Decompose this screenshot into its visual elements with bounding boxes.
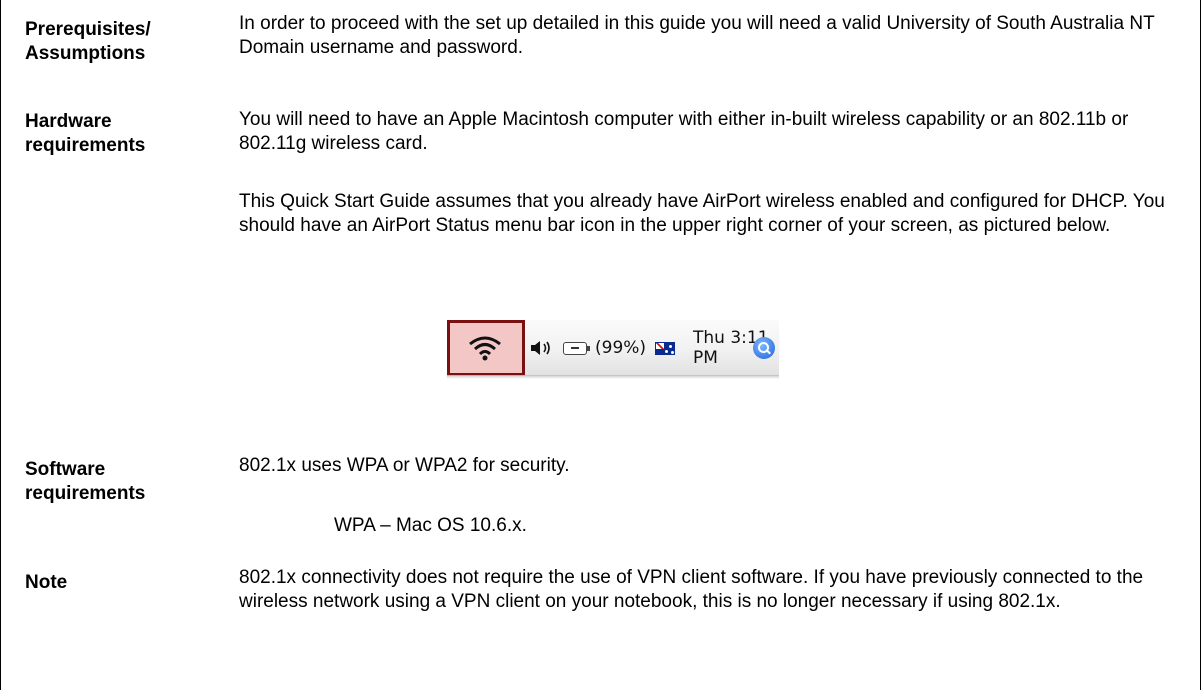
- spotlight-icon: [753, 320, 775, 376]
- wifi-icon: [467, 320, 503, 376]
- software-item: WPA – Mac OS 10.6.x.: [334, 515, 527, 536]
- airport-menubar-image: (99%) Thu 3:11 PM: [447, 320, 779, 379]
- software-label-line1: Software: [25, 459, 106, 480]
- hardware-text-2: This Quick Start Guide assumes that you …: [239, 191, 1165, 236]
- software-label-line2: requirements: [25, 483, 146, 504]
- software-label: Software requirements: [25, 458, 215, 506]
- prerequisites-label: Prerequisites/ Assumptions: [25, 18, 215, 66]
- prerequisites-text: In order to proceed with the set up deta…: [239, 13, 1155, 58]
- document-page: Prerequisites/ Assumptions In order to p…: [0, 0, 1201, 690]
- software-text: 802.1x uses WPA or WPA2 for security.: [239, 455, 570, 476]
- hardware-text-1: You will need to have an Apple Macintosh…: [239, 109, 1129, 154]
- battery-percentage: (99%): [595, 338, 647, 358]
- hardware-label-line1: Hardware: [25, 111, 112, 132]
- prerequisites-label-line1: Prerequisites/: [25, 19, 151, 40]
- prerequisites-label-line2: Assumptions: [25, 43, 146, 64]
- flag-icon: [655, 320, 675, 376]
- battery-icon: [563, 320, 590, 376]
- note-text: 802.1x connectivity does not require the…: [239, 567, 1144, 612]
- hardware-label: Hardware requirements: [25, 110, 215, 158]
- volume-icon: [529, 320, 553, 376]
- hardware-label-line2: requirements: [25, 135, 146, 156]
- note-label: Note: [25, 572, 68, 593]
